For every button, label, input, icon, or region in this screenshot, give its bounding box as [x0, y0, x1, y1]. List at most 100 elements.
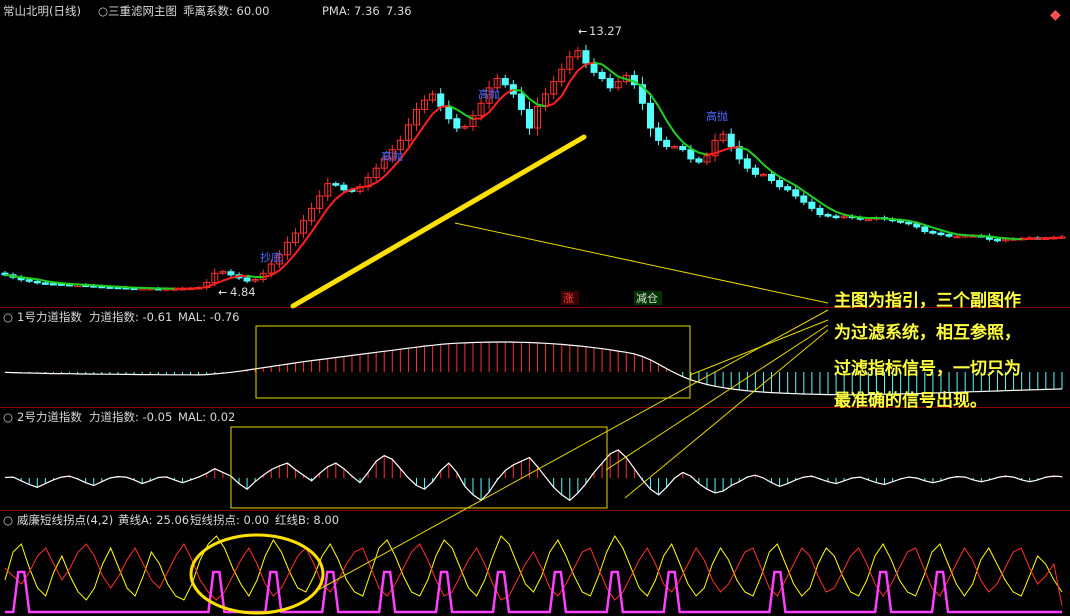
ma-line-segment: [746, 148, 757, 158]
ma-line-segment: [45, 279, 54, 284]
scroll-marker-icon[interactable]: ◆: [1050, 7, 1061, 23]
tag-high-sell-2: 高抛: [478, 87, 500, 101]
ma-line-segment: [754, 155, 765, 166]
candle-body: [929, 231, 937, 234]
candle-body: [41, 282, 49, 285]
candle-body: [695, 158, 703, 163]
ma-line-segment: [860, 216, 869, 219]
deviation-label: 乖离系数: 60.00: [183, 4, 269, 18]
candle-body: [445, 105, 453, 120]
ma-line-segment: [318, 207, 329, 221]
panel1-header: ○ 1号力道指数 力道指数: -0.61 MAL: -0.76: [3, 310, 239, 324]
panel3-marker: ○: [3, 513, 13, 527]
candle-body: [800, 195, 808, 203]
ma-line-segment: [827, 206, 837, 213]
candle-body: [937, 232, 945, 236]
candle-body: [517, 93, 525, 110]
annotation-line-1: 主图为指引，三个副图作: [834, 290, 1021, 311]
ma-line-segment: [560, 81, 571, 97]
ma-line-segment: [198, 286, 207, 290]
candle-body: [453, 118, 461, 129]
panel2-name[interactable]: 2号力道指数: [17, 410, 82, 424]
candle-body: [590, 62, 598, 73]
ma-line-segment: [431, 106, 442, 115]
candle-body: [582, 50, 590, 64]
pma-value: 7.36: [386, 4, 412, 18]
ma-line-segment: [698, 151, 708, 156]
ma-line-segment: [326, 198, 337, 210]
ma-line-segment: [665, 120, 676, 134]
tag-high-sell-3: 高抛: [706, 109, 728, 123]
ma-line-segment: [884, 217, 893, 221]
ma-line-segment: [731, 146, 740, 149]
main-header: 常山北明(日线) ○ 三重滤网主图 乖离系数: 60.00 PMA: 7.36 …: [3, 4, 412, 18]
ma-line-segment: [4, 273, 14, 278]
panel3-magenta-label: 短线拐点: 0.00: [190, 513, 269, 527]
annotation-line-2: 为过滤系统，相互参照，: [834, 322, 1021, 343]
ma-line-segment: [787, 180, 797, 187]
ma-line-segment: [61, 282, 70, 285]
panel1-marker: ○: [3, 310, 13, 324]
ma-line-segment: [246, 274, 256, 278]
candle-body: [743, 158, 751, 169]
ma-line-segment: [12, 275, 22, 279]
ma-line-segment: [359, 185, 369, 189]
candle-body: [945, 234, 953, 237]
ma-line-segment: [415, 124, 426, 138]
low-price-label: 4.84: [230, 285, 256, 299]
panel3-yellow-label: 黄线A: 25.06: [118, 513, 189, 527]
ma-line-segment: [407, 136, 418, 149]
ma-line-segment: [997, 236, 1006, 240]
ma-line-segment: [423, 113, 434, 126]
candle-body: [598, 71, 606, 80]
panel2-plot: [4, 449, 1063, 502]
ma-line-segment: [932, 226, 942, 231]
candle-body: [501, 78, 509, 86]
panel2-marker: ○: [3, 410, 13, 424]
ma-line-segment: [940, 229, 950, 234]
high-price-label: 13.27: [589, 24, 622, 38]
chart-title[interactable]: 常山北明(日线): [3, 4, 81, 18]
ma-line-segment: [206, 283, 216, 288]
ma-line-segment: [722, 146, 732, 152]
candle-body: [332, 183, 340, 186]
panel3-name[interactable]: 威廉短线拐点(4,2): [17, 513, 113, 527]
ma-line-segment: [545, 102, 554, 108]
badge-rise: 涨: [563, 292, 574, 305]
panel1-name[interactable]: 1号力道指数: [17, 310, 82, 324]
ma-line-segment: [957, 233, 966, 237]
candle-body: [606, 78, 614, 89]
candle-body: [525, 108, 533, 129]
candle-body: [340, 184, 348, 191]
ma-line-segment: [577, 63, 587, 72]
indicator-name[interactable]: 三重滤网主图: [108, 4, 177, 18]
ma-line-segment: [294, 242, 305, 255]
candle-body: [243, 277, 251, 282]
candle-body: [784, 186, 792, 191]
ma-line-segment: [673, 132, 684, 143]
highlight-ellipse-panel3: [189, 533, 325, 615]
candle-body: [768, 173, 776, 182]
candle-body: [227, 271, 235, 276]
ma-line-segment: [900, 218, 909, 222]
candle-body: [727, 133, 735, 148]
high-arrow-icon: ←: [578, 25, 587, 38]
candle-body: [679, 146, 687, 151]
tag-high-sell-1: 高抛: [381, 149, 403, 163]
ma-line-segment: [383, 167, 394, 178]
ma-line-segment: [513, 88, 522, 92]
candle-body: [993, 238, 1001, 242]
ma-line-segment: [456, 108, 466, 116]
ma-line-segment: [29, 277, 38, 281]
ma-line-segment: [706, 152, 716, 156]
candle-body: [437, 93, 445, 107]
ma-line-segment: [835, 210, 845, 216]
pointer-lines: [317, 222, 829, 591]
ma-line-segment: [852, 215, 861, 219]
ma-line-segment: [876, 216, 885, 220]
force-line: [4, 449, 1063, 502]
candle-body: [646, 102, 654, 129]
pma-label: PMA: 7.36: [322, 4, 380, 18]
panel1-line-label: 力道指数: -0.61: [89, 310, 172, 324]
ma-line-segment: [310, 219, 321, 233]
